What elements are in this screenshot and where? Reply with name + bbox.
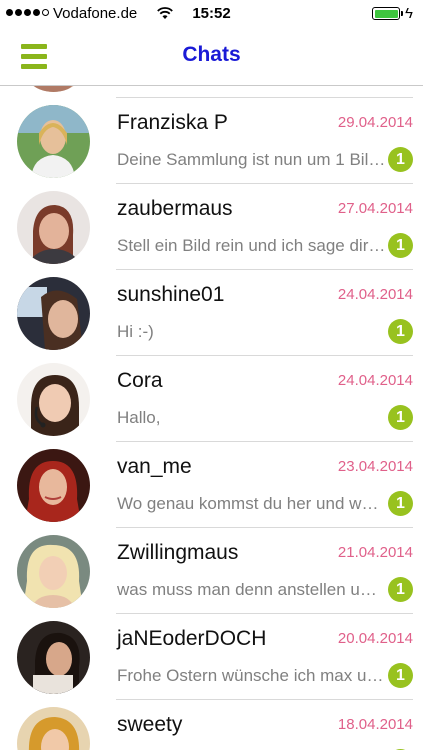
- navigation-bar: Chats: [0, 28, 423, 86]
- unread-badge: 1: [388, 577, 413, 602]
- chat-date: 23.04.2014: [337, 458, 413, 475]
- chat-row[interactable]: jaNEoderDOCH 20.04.2014 Frohe Ostern wün…: [0, 614, 423, 700]
- avatar: [17, 277, 90, 350]
- unread-badge: 1: [388, 491, 413, 516]
- chat-name: van_me: [117, 455, 192, 478]
- unread-badge: 1: [388, 405, 413, 430]
- chat-list[interactable]: Franziska P 29.04.2014 Deine Sammlung is…: [0, 86, 423, 750]
- avatar: [17, 449, 90, 522]
- chat-date: 24.04.2014: [337, 372, 413, 389]
- page-title: Chats: [182, 43, 241, 66]
- chat-name: sweety: [117, 713, 183, 736]
- chat-date: 24.04.2014: [337, 286, 413, 303]
- chat-row[interactable]: zaubermaus 27.04.2014 Stell ein Bild rei…: [0, 184, 423, 270]
- clock: 15:52: [192, 5, 231, 22]
- chat-row[interactable]: Cora 24.04.2014 Hallo, 1: [0, 356, 423, 442]
- chat-row[interactable]: [0, 86, 423, 98]
- avatar: [17, 707, 90, 750]
- chat-date: 20.04.2014: [337, 630, 413, 647]
- chat-date: 29.04.2014: [337, 114, 413, 131]
- chat-row[interactable]: Zwillingmaus 21.04.2014 was muss man den…: [0, 528, 423, 614]
- battery-icon: [372, 7, 400, 20]
- chat-preview: Hallo,: [117, 408, 161, 427]
- chat-name: sunshine01: [117, 283, 225, 306]
- chat-name: Zwillingmaus: [117, 541, 239, 564]
- chat-name: jaNEoderDOCH: [117, 627, 267, 650]
- avatar: [17, 621, 90, 694]
- unread-badge: 1: [388, 147, 413, 172]
- chat-preview: Wo genau kommst du her und was machst du: [117, 494, 387, 513]
- chat-name: zaubermaus: [117, 197, 233, 220]
- chat-preview: Deine Sammlung ist nun um 1 Bild reicher: [117, 150, 387, 169]
- charging-bolt-icon: ϟ: [405, 5, 413, 22]
- chat-row[interactable]: Franziska P 29.04.2014 Deine Sammlung is…: [0, 98, 423, 184]
- avatar: [17, 535, 90, 608]
- chat-preview: Hi :-): [117, 322, 154, 341]
- avatar: [17, 363, 90, 436]
- chat-date: 18.04.2014: [337, 716, 413, 733]
- chat-row[interactable]: sweety 18.04.2014 1: [0, 700, 423, 750]
- avatar: [17, 86, 90, 92]
- unread-badge: 1: [388, 663, 413, 688]
- chat-name: Franziska P: [117, 111, 228, 134]
- chat-row[interactable]: van_me 23.04.2014 Wo genau kommst du her…: [0, 442, 423, 528]
- chat-preview: was muss man denn anstellen um dich: [117, 580, 387, 599]
- avatar: [17, 105, 90, 178]
- chat-date: 27.04.2014: [337, 200, 413, 217]
- status-bar: Vodafone.de 15:52 ϟ: [0, 0, 423, 28]
- unread-badge: 1: [388, 319, 413, 344]
- chat-preview: Stell ein Bild rein und ich sage dir was: [117, 236, 387, 255]
- chat-name: Cora: [117, 369, 163, 392]
- battery-tip: [401, 11, 403, 16]
- avatar: [17, 191, 90, 264]
- chat-preview: Frohe Ostern wünsche ich max und dir: [117, 666, 387, 685]
- chat-date: 21.04.2014: [337, 544, 413, 561]
- unread-badge: 1: [388, 233, 413, 258]
- chat-row[interactable]: sunshine01 24.04.2014 Hi :-) 1: [0, 270, 423, 356]
